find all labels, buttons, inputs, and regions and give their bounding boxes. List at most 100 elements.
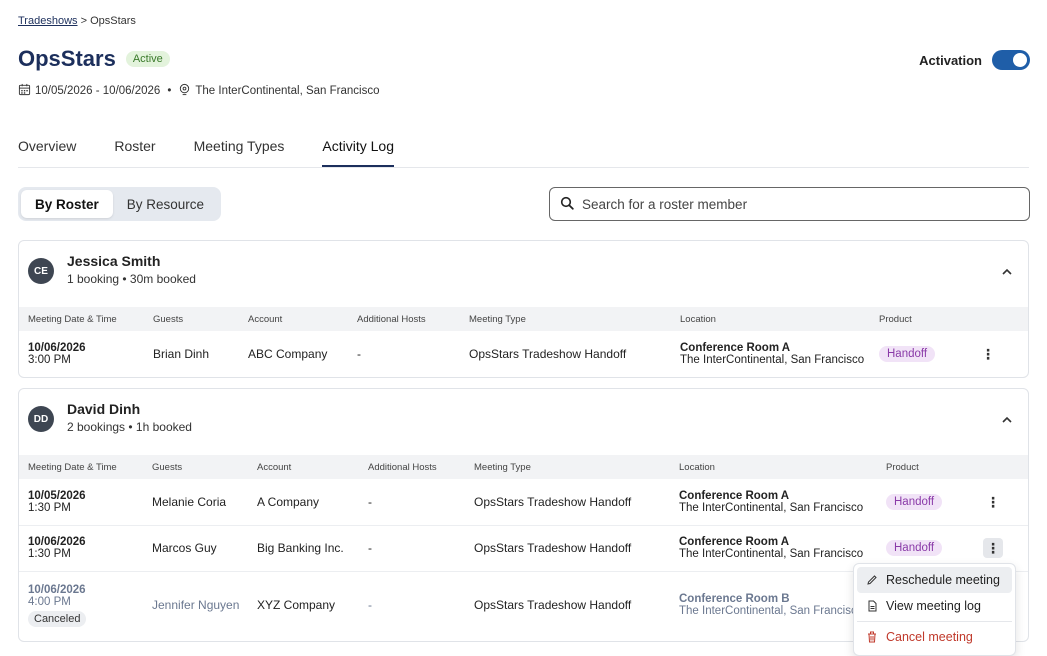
product-pill: Handoff <box>886 493 943 510</box>
col-location: Location <box>680 313 716 325</box>
member-name: Jessica Smith <box>67 253 161 269</box>
additional-hosts: - <box>359 570 465 639</box>
meeting-date: 10/06/2026 <box>28 536 86 548</box>
col-guests: Guests <box>153 313 184 325</box>
kebab-icon: ⋮ <box>986 493 1000 510</box>
tab-meeting-types[interactable]: Meeting Types <box>194 138 285 167</box>
menu-divider <box>857 621 1012 622</box>
row-actions-menu: Reschedule meeting View meeting log Canc… <box>853 563 1016 656</box>
col-actions <box>969 307 1028 331</box>
menu-item-label: Cancel meeting <box>886 630 973 644</box>
guest-name: Melanie Coria <box>152 494 227 509</box>
col-meeting-type: Meeting Type <box>474 461 531 473</box>
guest-name: Jennifer Nguyen <box>143 570 248 639</box>
tab-activity-log[interactable]: Activity Log <box>322 138 394 167</box>
kebab-icon: ⋮ <box>986 540 1000 556</box>
product-pill: Handoff <box>886 540 943 556</box>
guest-name: Brian Dinh <box>153 347 210 361</box>
meetings-table: Meeting Date & Time Guests Account Addit… <box>19 307 1028 377</box>
col-actions <box>974 455 1028 479</box>
meeting-type: OpsStars Tradeshow Handoff <box>469 347 627 361</box>
tab-bar: Overview Roster Meeting Types Activity L… <box>18 138 1029 168</box>
search-icon <box>560 196 574 213</box>
location-room: Conference Room A <box>680 342 791 354</box>
col-meeting-type: Meeting Type <box>469 313 526 325</box>
account-name: A Company <box>257 494 320 509</box>
member-summary: 2 bookings • 1h booked <box>67 420 192 434</box>
col-product: Product <box>879 313 912 325</box>
title-row: OpsStars Active <box>18 46 170 72</box>
row-actions-button[interactable]: ⋮ <box>983 538 1003 558</box>
additional-hosts: - <box>359 524 465 571</box>
avatar: DD <box>28 406 54 432</box>
col-account: Account <box>257 461 292 473</box>
breadcrumb-link-tradeshows[interactable]: Tradeshows <box>18 15 78 27</box>
location-venue: The InterContinental, San Francisco <box>679 605 864 618</box>
col-additional-hosts: Additional Hosts <box>368 461 437 473</box>
location-room: Conference Room A <box>679 489 790 502</box>
breadcrumb-current: OpsStars <box>90 15 136 27</box>
view-toggle: By Roster By Resource <box>18 187 222 221</box>
kebab-icon: ⋮ <box>981 346 995 362</box>
toggle-knob <box>1013 53 1027 67</box>
pencil-icon <box>867 575 877 585</box>
avatar: CE <box>28 258 54 284</box>
col-account: Account <box>248 313 283 325</box>
by-resource-button[interactable]: By Resource <box>113 190 218 218</box>
activation-control: Activation <box>919 50 1030 70</box>
member-summary: 1 booking • 30m booked <box>67 272 196 286</box>
menu-item-label: Reschedule meeting <box>886 573 1000 587</box>
location-pin-icon <box>178 83 191 99</box>
view-meeting-log-item[interactable]: View meeting log <box>857 593 1012 619</box>
canceled-badge: Canceled <box>28 610 87 627</box>
search-input[interactable]: Search for a roster member <box>549 187 1030 221</box>
roster-card: CE Jessica Smith 1 booking • 30m booked … <box>18 240 1029 378</box>
additional-hosts: - <box>368 494 372 509</box>
table-header-row: Meeting Date & Time Guests Account Addit… <box>19 307 1028 331</box>
activation-label: Activation <box>919 52 982 68</box>
chevron-up-icon[interactable] <box>1000 265 1014 279</box>
meta-bullet: • <box>167 85 172 97</box>
guest-name: Marcos Guy <box>143 524 248 571</box>
location-venue: The InterContinental, San Francisco <box>680 354 865 366</box>
row-actions-button[interactable]: ⋮ <box>978 344 998 364</box>
col-location: Location <box>679 461 715 473</box>
breadcrumb: Tradeshows > OpsStars <box>18 15 136 27</box>
location-room: Conference Room A <box>679 536 790 548</box>
meeting-type: OpsStars Tradeshow Handoff <box>465 570 670 639</box>
status-badge: Active <box>125 51 170 67</box>
breadcrumb-separator: > <box>80 15 88 27</box>
product-pill: Handoff <box>879 346 936 362</box>
event-venue: The InterContinental, San Francisco <box>195 85 380 97</box>
trash-icon <box>868 631 876 643</box>
meeting-date: 10/06/2026 <box>28 342 86 354</box>
tab-roster[interactable]: Roster <box>114 138 155 167</box>
col-guests: Guests <box>152 461 183 473</box>
member-name: David Dinh <box>67 401 141 417</box>
meeting-type: OpsStars Tradeshow Handoff <box>465 524 670 571</box>
menu-item-label: View meeting log <box>886 599 981 613</box>
event-dates: 10/05/2026 - 10/06/2026 <box>35 85 161 97</box>
roster-card-header[interactable]: DD David Dinh 2 bookings • 1h booked <box>19 389 1028 455</box>
account-name: ABC Company <box>248 347 328 361</box>
event-meta: 10/05/2026 - 10/06/2026 • The InterConti… <box>18 83 379 99</box>
col-date-time: Meeting Date & Time <box>28 313 117 325</box>
meeting-time: 4:00 PM <box>28 595 71 608</box>
col-date-time: Meeting Date & Time <box>28 461 117 473</box>
tab-overview[interactable]: Overview <box>18 138 76 167</box>
reschedule-meeting-item[interactable]: Reschedule meeting <box>857 567 1012 593</box>
meeting-time: 1:30 PM <box>28 501 71 514</box>
activation-toggle[interactable] <box>992 50 1030 70</box>
roster-card-header[interactable]: CE Jessica Smith 1 booking • 30m booked <box>19 241 1028 307</box>
row-actions-button[interactable]: ⋮ <box>983 492 1003 512</box>
cancel-meeting-item[interactable]: Cancel meeting <box>857 624 1012 650</box>
table-row: 10/06/2026 3:00 PM Brian Dinh ABC Company… <box>19 331 1028 377</box>
chevron-up-icon[interactable] <box>1000 413 1014 427</box>
calendar-icon <box>18 83 31 99</box>
location-room: Conference Room B <box>679 593 790 606</box>
search-placeholder: Search for a roster member <box>582 196 748 212</box>
by-roster-button[interactable]: By Roster <box>21 190 113 218</box>
col-product: Product <box>886 461 919 473</box>
meeting-time: 1:30 PM <box>28 548 71 560</box>
page-title: OpsStars <box>18 46 116 71</box>
